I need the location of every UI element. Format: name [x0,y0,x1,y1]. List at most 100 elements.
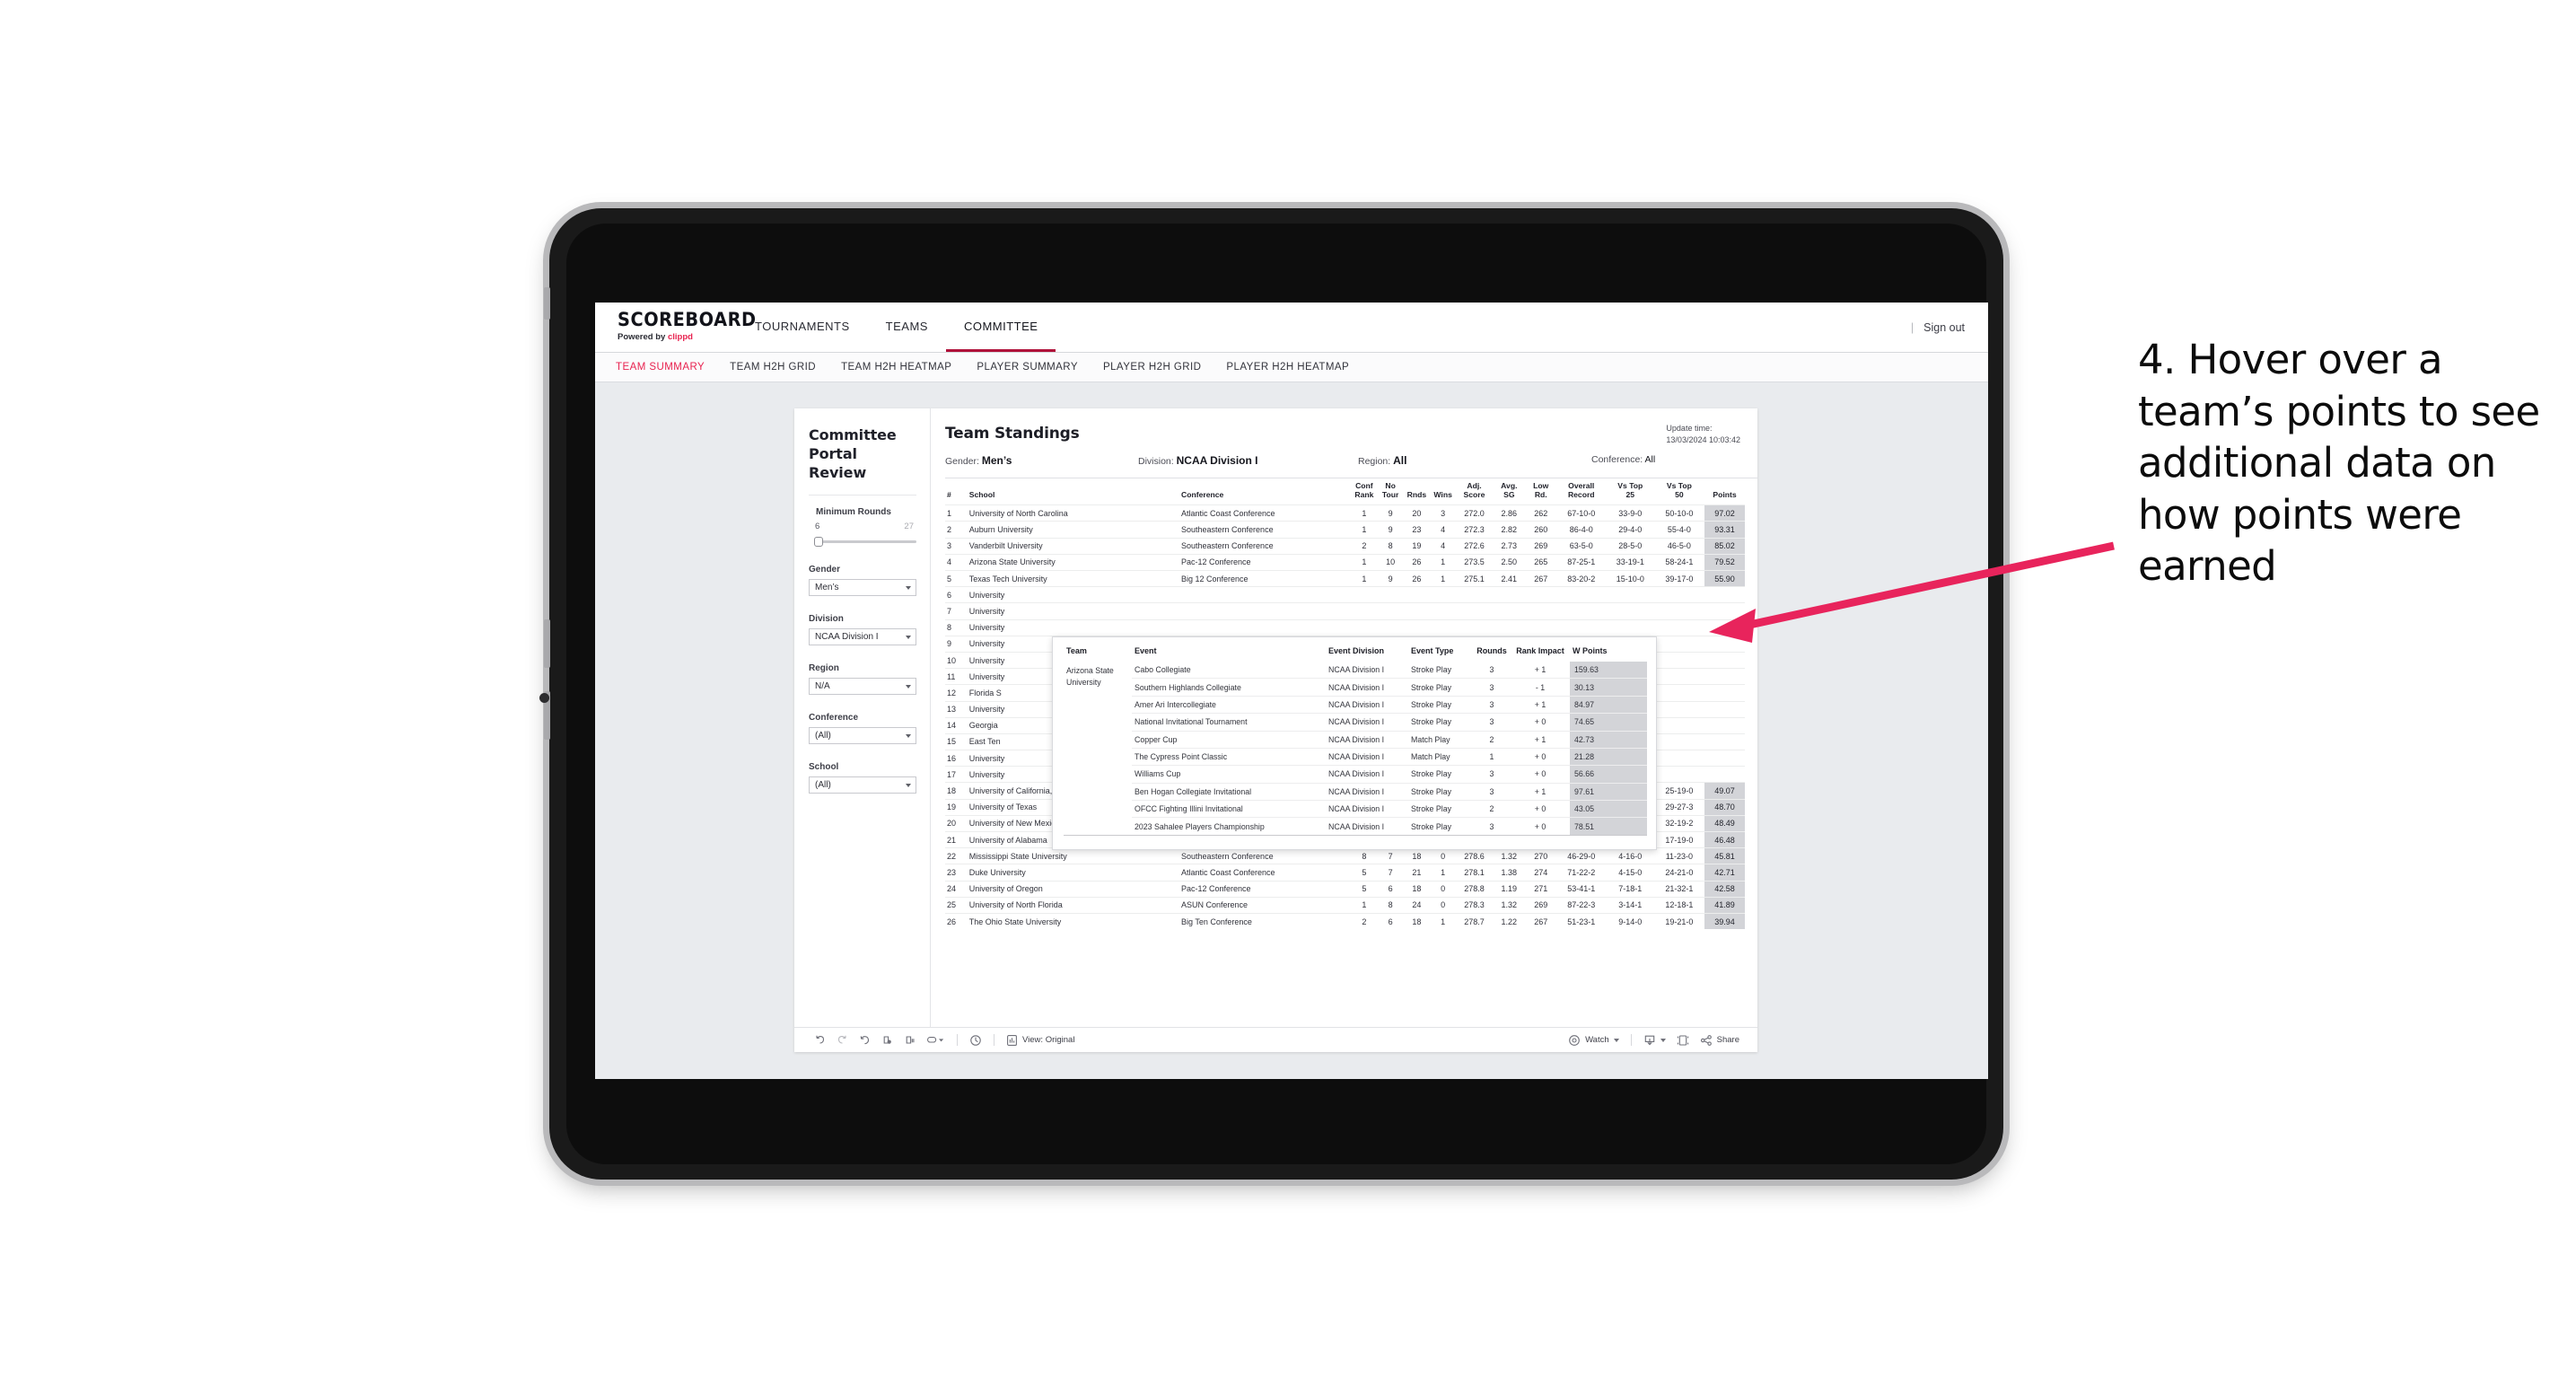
history-icon[interactable] [964,1034,987,1047]
table-cell [1653,668,1704,685]
school-select[interactable]: (All) [809,776,916,794]
tab-player-summary[interactable]: PLAYER SUMMARY [977,362,1078,373]
col-conf-rank[interactable]: Conf Rank [1351,478,1377,505]
tooltip-col-rounds: Rounds [1476,646,1507,655]
gender-select[interactable]: Men’s [809,579,916,597]
redo-icon[interactable] [831,1034,854,1046]
logo[interactable]: SCOREBOARD Powered by clippd [595,303,756,352]
annotation-arrow [1709,541,2115,643]
tooltip-col-event-division: Event Division [1328,646,1385,655]
table-cell: Atlantic Coast Conference [1179,864,1352,882]
table-row[interactable]: 26 The Ohio State University Big Ten Confe… [945,912,1745,930]
col-low-rd[interactable]: Low Rd. [1526,478,1556,505]
tooltip-col-rank-impact: Rank Impact [1516,646,1564,655]
tab-team-summary[interactable]: TEAM SUMMARY [616,362,705,373]
tooltip-row: Southern Highlands Collegiate NCAA Divisi… [1064,678,1647,697]
col-overall-record[interactable]: Overall Record [1556,478,1607,505]
tab-player-h2h-heatmap[interactable]: PLAYER H2H HEATMAP [1226,362,1349,373]
table-cell: 9 [945,635,968,653]
table-cell: 6 [1377,880,1404,898]
table-cell [1492,602,1526,620]
tooltip-cell: 21.28 [1570,747,1647,766]
download-button[interactable] [1638,1034,1671,1047]
region-select[interactable]: N/A [809,678,916,696]
pause-auto-update-icon[interactable] [898,1034,921,1046]
minimum-rounds-slider[interactable] [814,536,916,548]
watch-button[interactable]: Watch [1563,1034,1625,1047]
watch-label: Watch [1585,1035,1609,1045]
slider-handle[interactable] [814,537,823,548]
table-row[interactable]: 24 University of Oregon Pac-12 Conference 5… [945,880,1745,898]
tooltip-cell: 43.05 [1570,799,1647,818]
table-cell: 278.6 [1456,847,1493,864]
table-row[interactable]: 22 Mississippi State University Southeaste… [945,847,1745,864]
table-cell: 272.0 [1456,504,1493,522]
col-school[interactable]: School [968,478,1179,505]
chevron-down-icon [906,684,911,689]
undo-icon[interactable] [809,1034,831,1046]
tooltip-cell: 159.63 [1570,662,1647,679]
col-points[interactable]: Points [1704,478,1745,505]
col-rnds[interactable]: Rnds [1404,478,1430,505]
table-row[interactable]: 7 University [945,602,1745,620]
col-adj-score[interactable]: Adj. Score [1456,478,1493,505]
nav-item-committee[interactable]: COMMITTEE [945,303,1056,352]
gender-value: Men’s [815,583,839,593]
revert-icon[interactable] [854,1034,876,1046]
table-row[interactable]: 3 Vanderbilt University Southeastern Confe… [945,537,1745,555]
tooltip-cell: 3 [1473,765,1511,784]
tooltip-cell: Stroke Play [1411,665,1451,675]
tab-team-h2h-grid[interactable]: TEAM H2H GRID [730,362,816,373]
secondary-tabbar: TEAM SUMMARY TEAM H2H GRID TEAM H2H HEAT… [595,353,1988,382]
col-vs-top-25[interactable]: Vs Top 25 [1607,478,1654,505]
col-no-tour[interactable]: No Tour [1378,478,1404,505]
signout-link[interactable]: Sign out [1923,321,1965,334]
fullscreen-button[interactable] [1671,1034,1695,1047]
portal-title: Committee Portal Review [809,426,897,481]
table-cell [1555,586,1607,603]
nav-item-tournaments[interactable]: TOURNAMENTS [737,303,868,352]
refresh-data-icon[interactable] [876,1034,898,1046]
table-row[interactable]: 6 University [945,586,1745,603]
col-conference[interactable]: Conference [1179,478,1351,505]
share-button[interactable]: Share [1695,1034,1745,1047]
table-cell: 6 [945,586,968,603]
table-row[interactable]: 1 University of North Carolina Atlantic Co… [945,504,1745,522]
table-row[interactable]: 4 Arizona State University Pac-12 Conferen… [945,553,1745,571]
table-row[interactable]: 8 University [945,618,1745,636]
table-cell: 15-10-0 [1606,569,1654,587]
chevron-down-icon [906,733,911,738]
table-cell: 267 [1525,912,1556,930]
table-cell: 7 [945,602,968,620]
table-cell: 83-20-2 [1555,569,1607,587]
tab-team-h2h-heatmap[interactable]: TEAM H2H HEATMAP [841,362,951,373]
table-cell: 5 [945,569,968,587]
col-vs-top-50[interactable]: Vs Top 50 [1654,478,1704,505]
table-cell [1430,586,1457,603]
table-cell: 1 [945,504,968,522]
table-cell [1377,602,1404,620]
table-cell: Vanderbilt University [967,537,1179,555]
presentation-mode-icon[interactable] [921,1034,951,1046]
division-select[interactable]: NCAA Division I [809,628,916,646]
summary-region-key: Region: [1358,456,1391,467]
table-cell: 275.1 [1456,569,1493,587]
table-cell: 4 [1430,537,1457,555]
col-avg-sg[interactable]: Avg. SG [1493,478,1526,505]
tab-player-h2h-grid[interactable]: PLAYER H2H GRID [1103,362,1201,373]
table-row[interactable]: 5 Texas Tech University Big 12 Conference 1… [945,569,1745,587]
table-row[interactable]: 23 Duke University Atlantic Coast Conferen… [945,864,1745,882]
table-row[interactable]: 25 University of North Florida ASUN Confer… [945,896,1745,914]
col-rank[interactable]: # [945,478,968,505]
col-wins[interactable]: Wins [1430,478,1456,505]
table-cell: The Ohio State University [967,912,1179,930]
standings-table-wrap[interactable]: # School Conference Conf Rank No Tour Rnds… [931,478,1757,1027]
table-row[interactable]: 2 Auburn University Southeastern Conferenc… [945,521,1745,539]
tooltip-cell: Stroke Play [1408,765,1473,784]
view-original-button[interactable]: View: Original [1001,1034,1080,1047]
tooltip-cell: 3 [1473,695,1511,714]
tooltip-cell: + 0 [1511,713,1570,731]
conference-select[interactable]: (All) [809,727,916,745]
filter-conference: Conference (All) [809,713,916,745]
nav-item-teams[interactable]: TEAMS [868,303,946,352]
